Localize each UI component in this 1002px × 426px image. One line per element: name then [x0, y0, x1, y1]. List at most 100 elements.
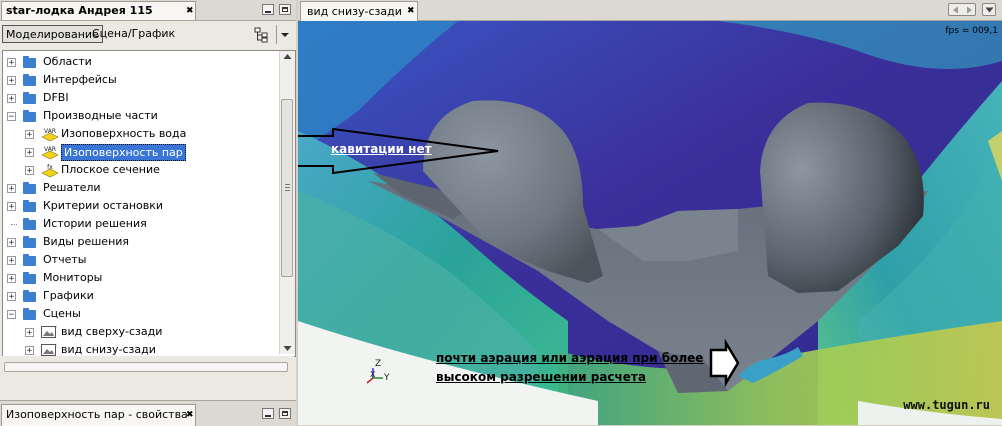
tab-modeling-label: Моделирование: [6, 28, 99, 41]
expand-icon[interactable]: +: [7, 184, 16, 194]
close-icon[interactable]: ✖: [186, 405, 194, 425]
close-icon[interactable]: ✖: [186, 2, 194, 20]
expand-icon[interactable]: +: [25, 130, 34, 140]
fps-readout: fps = 009,1: [945, 26, 998, 36]
tree-item-label: Мониторы: [43, 271, 103, 284]
expand-icon[interactable]: +: [7, 292, 16, 302]
tree-item[interactable]: Истории решения: [3, 215, 279, 233]
tab-list-button[interactable]: [982, 3, 996, 16]
tree-item-label: Сцены: [43, 307, 81, 320]
expand-icon[interactable]: +: [7, 256, 16, 266]
horizontal-scroll-thumb[interactable]: [4, 362, 288, 372]
tree-item-label: Виды решения: [43, 235, 130, 248]
expand-icon[interactable]: +: [25, 346, 34, 356]
scene-tab[interactable]: вид снизу-сзади ✖: [300, 1, 418, 21]
tree-item[interactable]: + * вид сверху-сзади: [3, 323, 279, 341]
expand-icon[interactable]: +: [7, 238, 16, 248]
expand-icon[interactable]: +: [25, 148, 34, 158]
folder-icon: [23, 308, 36, 320]
simulation-tab[interactable]: star-лодка Андрея 115 финишь ✖: [1, 1, 196, 35]
chevron-right-icon[interactable]: [965, 6, 973, 14]
tree-item[interactable]: + DFBI: [3, 89, 279, 107]
scene-tab-title: вид снизу-сзади: [307, 5, 402, 18]
scene-panel: вид снизу-сзади ✖ fps = 009,1 кавитации …: [298, 0, 1002, 425]
svg-text:*: *: [56, 343, 57, 350]
expand-icon[interactable]: +: [25, 328, 34, 338]
tree-item[interactable]: + Критерии остановки: [3, 197, 279, 215]
axis-y-label: Y: [384, 373, 390, 383]
tree-item[interactable]: + Решатели: [3, 179, 279, 197]
tab-scene-plot[interactable]: Сцена/График: [90, 25, 177, 43]
expand-icon[interactable]: +: [7, 274, 16, 284]
folder-icon: [23, 92, 36, 104]
collapse-icon[interactable]: −: [7, 310, 16, 320]
minimize-icon[interactable]: [262, 4, 274, 15]
tree-item[interactable]: + Графики: [3, 287, 279, 305]
svg-text:fx: fx: [47, 164, 53, 171]
maximize-icon[interactable]: [279, 4, 291, 15]
tab-scene-plot-label: Сцена/График: [92, 27, 176, 40]
folder-icon: [23, 56, 36, 68]
maximize-icon[interactable]: [279, 408, 291, 419]
expand-icon[interactable]: +: [7, 94, 16, 104]
tree-item[interactable]: + fx Плоское сечение: [3, 161, 279, 179]
collapse-icon[interactable]: −: [7, 112, 16, 122]
folder-icon: [23, 290, 36, 302]
tree-item-label: Истории решения: [43, 217, 147, 230]
folder-icon: [23, 200, 36, 212]
tree-item[interactable]: − Производные части: [3, 107, 279, 125]
tree-item[interactable]: + Отчеты: [3, 251, 279, 269]
tree-item-label: Изоповерхность вода: [61, 127, 187, 140]
expand-icon[interactable]: +: [7, 202, 16, 212]
folder-icon: [23, 182, 36, 194]
scene-viewport[interactable]: fps = 009,1 кавитации нет почти аэрация …: [298, 21, 1002, 425]
minimize-icon[interactable]: [262, 408, 274, 419]
tree-item-label: Критерии остановки: [43, 199, 164, 212]
annotation-no-cavitation: кавитации нет: [331, 142, 432, 156]
expand-icon[interactable]: +: [7, 58, 16, 68]
folder-icon: [23, 218, 36, 230]
chevron-left-icon[interactable]: [952, 6, 960, 14]
scene-icon: *: [41, 343, 57, 356]
tab-scroll-buttons[interactable]: [948, 3, 976, 16]
tree-item-label: Изоповерхность пар: [61, 144, 186, 161]
annotation-aeration-line2: высоком разрешении расчета: [436, 370, 646, 384]
tree-item[interactable]: + Мониторы: [3, 269, 279, 287]
expand-icon[interactable]: +: [7, 76, 16, 86]
chevron-down-icon[interactable]: [276, 25, 293, 44]
left-panel: star-лодка Андрея 115 финишь ✖ Моделиров…: [0, 0, 296, 426]
tree-item-label: Интерфейсы: [43, 73, 117, 86]
properties-tab[interactable]: Изоповерхность пар - свойства ✖: [1, 404, 196, 426]
svg-text:VAR: VAR: [44, 146, 56, 153]
scene-titlebar: вид снизу-сзади ✖: [298, 0, 1002, 21]
tree-vertical-scrollbar[interactable]: [279, 51, 295, 354]
axis-z-label: Z: [375, 359, 382, 369]
tree-item-label: Области: [43, 55, 92, 68]
tab-modeling[interactable]: Моделирование: [2, 25, 103, 43]
tree-item-label: Производные части: [43, 109, 158, 122]
tree-item[interactable]: − Сцены: [3, 305, 279, 323]
properties-title: Изоповерхность пар - свойства: [6, 408, 188, 421]
tab-strip: Моделирование Сцена/График: [0, 22, 296, 48]
function-icon: fx: [41, 164, 59, 178]
tree-item[interactable]: + * вид снизу-сзади: [3, 341, 279, 356]
tree-item[interactable]: + VAR Изоповерхность пар: [3, 143, 279, 161]
tree-item[interactable]: + Области: [3, 53, 279, 71]
folder-icon: [23, 74, 36, 86]
svg-text:VAR: VAR: [44, 128, 56, 135]
variable-icon: VAR: [41, 128, 59, 142]
tree-item-label: Графики: [43, 289, 94, 302]
tree-scroll-thumb[interactable]: [281, 99, 293, 277]
variable-icon: VAR: [41, 146, 59, 160]
expand-icon[interactable]: +: [25, 166, 34, 176]
tree-item[interactable]: + Интерфейсы: [3, 71, 279, 89]
simulation-titlebar: star-лодка Андрея 115 финишь ✖: [0, 0, 296, 35]
tree-item-label: Отчеты: [43, 253, 87, 266]
hierarchy-icon[interactable]: [253, 27, 269, 43]
watermark: www.tugun.ru: [903, 398, 990, 412]
close-icon[interactable]: ✖: [407, 2, 415, 21]
tree-horizontal-scrollbar[interactable]: [2, 356, 294, 376]
properties-titlebar: Изоповерхность пар - свойства ✖: [0, 400, 296, 426]
tree-item[interactable]: + Виды решения: [3, 233, 279, 251]
tree-item[interactable]: + VAR Изоповерхность вода: [3, 125, 279, 143]
